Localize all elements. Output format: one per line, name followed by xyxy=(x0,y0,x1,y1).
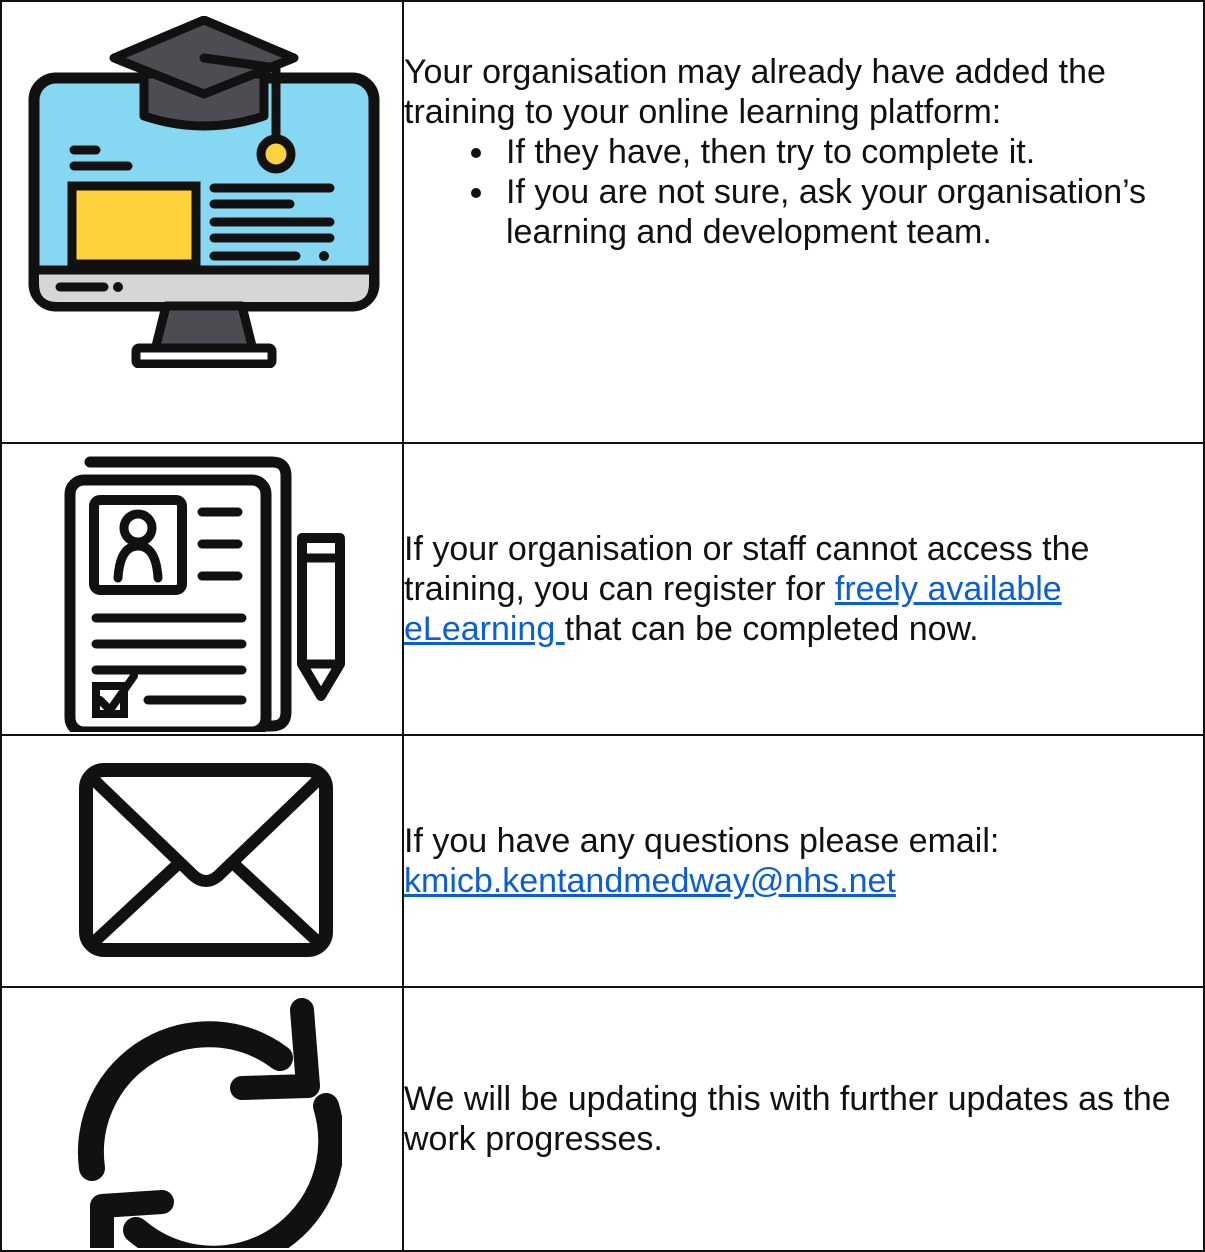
questions-text: If you have any questions please email: xyxy=(404,822,1000,860)
computer-graduation-cap-icon xyxy=(28,16,380,368)
table-row: If you have any questions please email: … xyxy=(0,734,1205,988)
table-row: If your organisation or staff cannot acc… xyxy=(0,442,1205,736)
text-cell: Your organisation may already have added… xyxy=(402,0,1205,444)
resume-document-pencil-icon xyxy=(64,456,345,732)
info-table: Your organisation may already have added… xyxy=(0,0,1205,1252)
access-text-end: that can be completed now. xyxy=(564,610,979,648)
platform-intro-text: Your organisation may already have added… xyxy=(404,53,1106,131)
list-item: If you are not sure, ask your organisati… xyxy=(498,172,1203,252)
envelope-icon xyxy=(79,763,333,957)
refresh-arrows-icon xyxy=(77,998,342,1248)
contact-email-link[interactable]: kmicb.kentandmedway@nhs.net xyxy=(404,862,896,900)
text-cell: If your organisation or staff cannot acc… xyxy=(402,442,1205,736)
text-cell: We will be updating this with further up… xyxy=(402,986,1205,1252)
text-cell: If you have any questions please email: … xyxy=(402,734,1205,988)
icon-cell xyxy=(0,734,404,988)
list-item: If they have, then try to complete it. xyxy=(498,132,1203,172)
access-text: If your organisation or staff cannot acc… xyxy=(404,529,1203,649)
updates-text: We will be updating this with further up… xyxy=(404,1080,1171,1158)
icon-cell xyxy=(0,986,404,1252)
table-row: We will be updating this with further up… xyxy=(0,986,1205,1252)
table-row: Your organisation may already have added… xyxy=(0,0,1205,444)
icon-cell xyxy=(0,442,404,736)
bullet-list: If they have, then try to complete it. I… xyxy=(404,132,1203,252)
icon-cell xyxy=(0,0,404,444)
